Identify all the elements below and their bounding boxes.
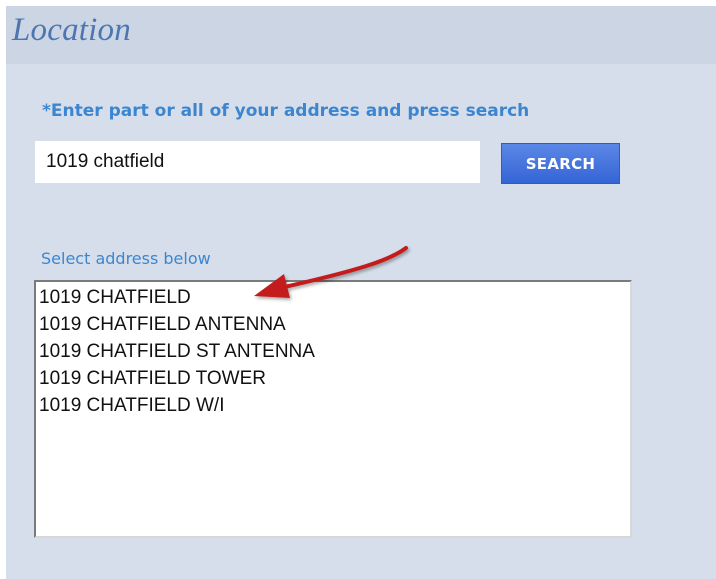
select-address-label: Select address below [41,249,211,268]
address-option[interactable]: 1019 CHATFIELD W/I [39,392,630,419]
address-option[interactable]: 1019 CHATFIELD TOWER [39,365,630,392]
panel-header: Location [6,6,716,64]
address-search-input[interactable] [35,141,480,183]
red-arrow-icon [254,246,408,298]
search-instructions: *Enter part or all of your address and p… [42,101,530,121]
search-button[interactable]: SEARCH [501,143,620,184]
address-listbox[interactable]: 1019 CHATFIELD 1019 CHATFIELD ANTENNA 10… [34,280,632,538]
panel-title: Location [12,12,131,48]
address-option[interactable]: 1019 CHATFIELD ST ANTENNA [39,338,630,365]
address-option[interactable]: 1019 CHATFIELD ANTENNA [39,311,630,338]
